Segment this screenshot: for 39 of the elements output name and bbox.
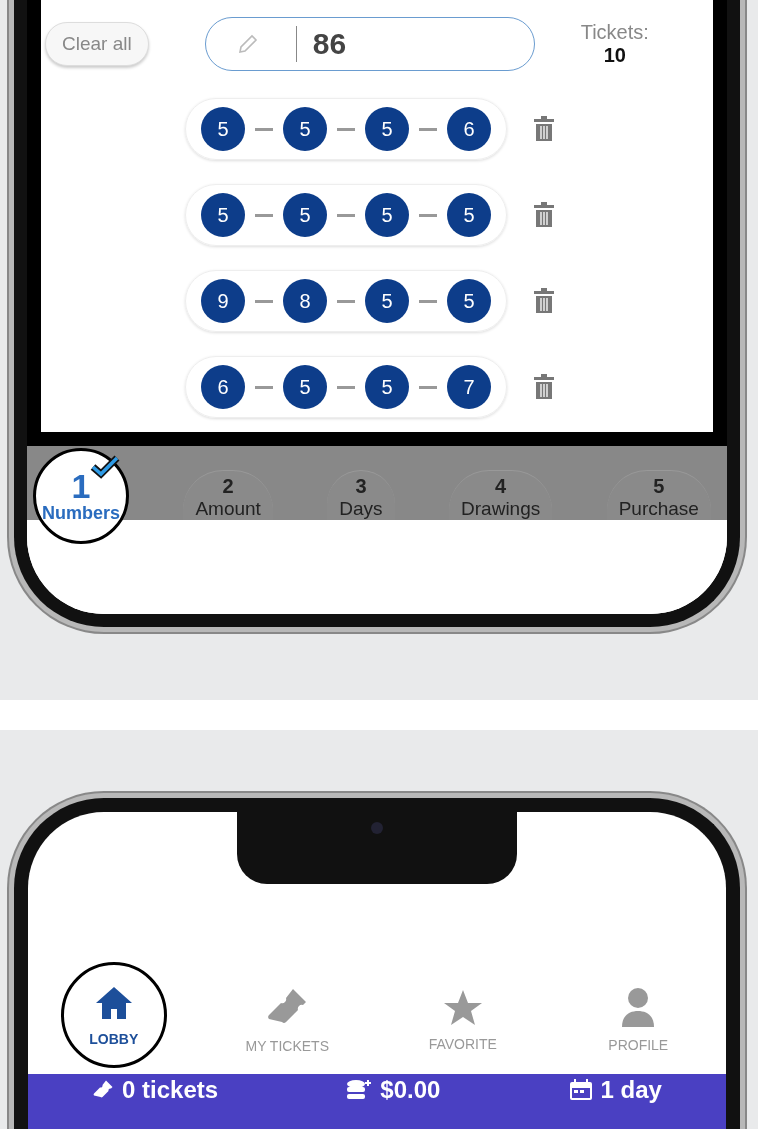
number-ball: 5 xyxy=(201,193,245,237)
step-tab[interactable]: 3 Days xyxy=(327,470,395,520)
number-ball: 5 xyxy=(283,365,327,409)
number-ball: 5 xyxy=(365,279,409,323)
trash-icon[interactable] xyxy=(533,202,555,228)
number-ball: 5 xyxy=(283,107,327,151)
number-ball: 5 xyxy=(447,279,491,323)
summary-text: $0.00 xyxy=(380,1076,441,1104)
summary-text: 1 day xyxy=(600,1076,662,1104)
calendar-icon xyxy=(568,1079,593,1101)
number-ball: 6 xyxy=(447,107,491,151)
check-icon xyxy=(90,455,120,479)
trash-icon[interactable] xyxy=(533,116,555,142)
number-ball: 8 xyxy=(283,279,327,323)
trash-icon[interactable] xyxy=(533,374,555,400)
clear-all-button[interactable]: Clear all xyxy=(45,22,149,66)
step-tab[interactable]: 1 Numbers xyxy=(33,448,129,544)
nav-tab[interactable]: FAVORITE xyxy=(407,970,518,1070)
coins-icon xyxy=(346,1079,373,1101)
tickets-label: Tickets: xyxy=(580,21,649,44)
step-tab[interactable]: 4 Drawings xyxy=(449,470,553,520)
nav-tab[interactable]: LOBBY xyxy=(60,962,167,1068)
summary-text: 0 tickets xyxy=(122,1076,219,1104)
person-icon xyxy=(620,987,657,1029)
number-ball: 7 xyxy=(447,365,491,409)
number-ball: 9 xyxy=(201,279,245,323)
number-ball: 5 xyxy=(283,193,327,237)
star-icon xyxy=(442,988,483,1028)
number-ball: 5 xyxy=(201,107,245,151)
camera-icon xyxy=(371,822,383,834)
trash-icon[interactable] xyxy=(533,288,555,314)
number-ball: 5 xyxy=(365,365,409,409)
nav-tab[interactable]: MY TICKETS xyxy=(232,970,343,1070)
nav-tab[interactable]: PROFILE xyxy=(583,970,694,1070)
number-ball: 5 xyxy=(447,193,491,237)
number-ball: 5 xyxy=(365,107,409,151)
tickets-count: 10 xyxy=(603,44,626,67)
number-ball: 6 xyxy=(201,365,245,409)
number-ball: 5 xyxy=(365,193,409,237)
